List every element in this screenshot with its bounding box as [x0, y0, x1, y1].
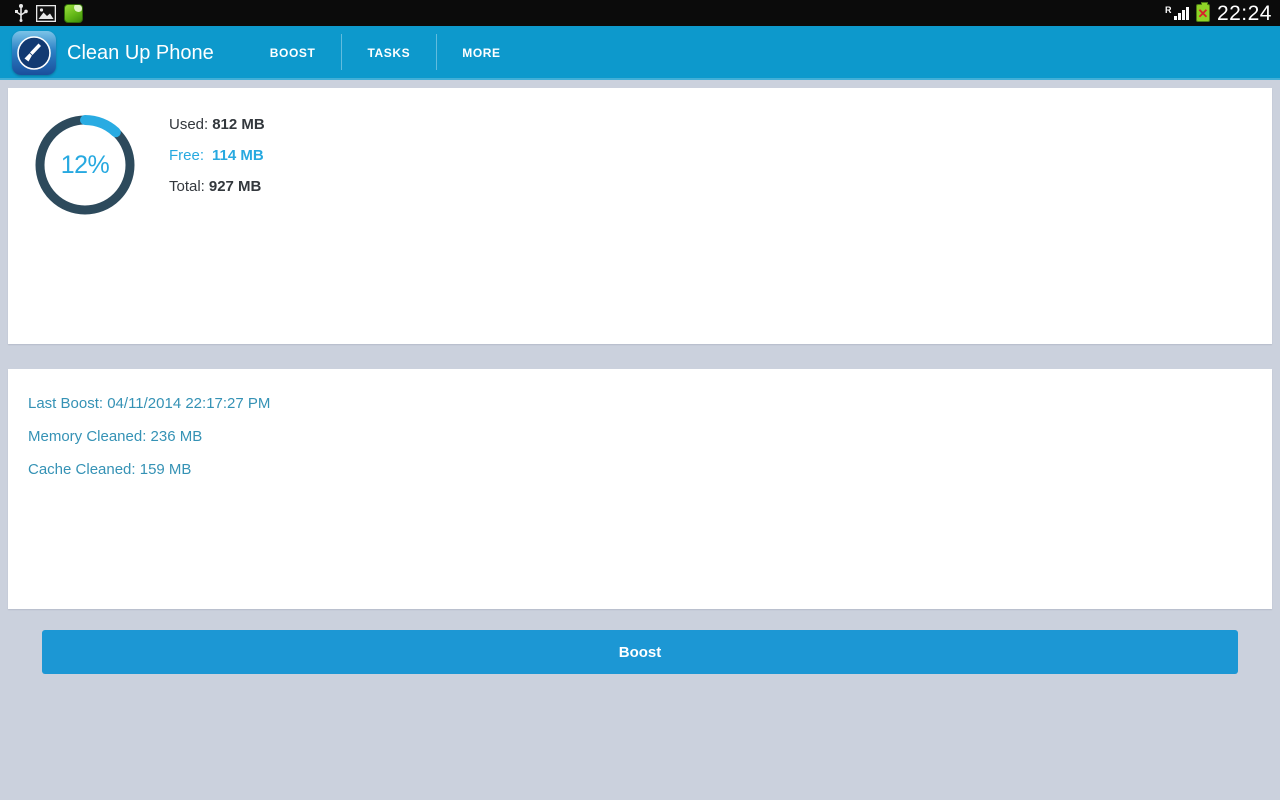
signal-bar-4 — [1185, 6, 1189, 20]
memory-cleaned-line: Memory Cleaned: 236 MB — [28, 428, 203, 445]
last-boost-line: Last Boost: 04/11/2014 22:17:27 PM — [28, 395, 271, 412]
gallery-image-icon — [36, 4, 56, 22]
usb-icon — [15, 4, 28, 22]
boost-button[interactable]: Boost — [42, 630, 1238, 674]
boost-button-container: Boost — [0, 609, 1280, 674]
stat-row-used: Used: 812 MB — [169, 116, 265, 133]
stat-row-free: Free: 114 MB — [169, 147, 265, 164]
status-bar-left-icons — [14, 3, 83, 23]
stat-value-free: 114 MB — [212, 147, 264, 164]
battery-error-icon: ✕ — [1195, 2, 1210, 22]
status-bar-clock: 22:24 — [1216, 1, 1272, 25]
memory-progress-ring: 12% — [30, 110, 140, 220]
broom-app-icon — [12, 31, 56, 75]
android-status-bar: R ✕ 22:24 — [0, 0, 1280, 26]
stat-row-total: Total: 927 MB — [169, 178, 265, 195]
memory-stats-list: Used: 812 MB Free: 114 MB Total: 927 MB — [169, 110, 265, 195]
stat-label-free: Free: — [169, 147, 205, 164]
status-bar-right-icons: R ✕ 22:24 — [1164, 1, 1272, 25]
stat-label-used: Used: — [169, 116, 209, 133]
signal-bar-1 — [1173, 15, 1177, 20]
tab-tasks[interactable]: TASKS — [341, 26, 436, 80]
memory-percent-label: 12% — [60, 150, 110, 179]
app-title: Clean Up Phone — [67, 41, 214, 64]
stat-label-total: Total: — [169, 178, 205, 195]
app-action-bar: Clean Up Phone BOOST TASKS MORE — [0, 26, 1280, 80]
stat-value-used: 812 MB — [212, 116, 265, 133]
signal-bars-icon: R — [1164, 4, 1189, 20]
action-bar-tabs: BOOST TASKS MORE — [244, 26, 527, 80]
signal-bar-2 — [1177, 12, 1181, 20]
roaming-indicator: R — [1164, 4, 1172, 15]
cache-cleaned-line: Cache Cleaned: 159 MB — [28, 461, 192, 478]
tab-boost[interactable]: BOOST — [244, 26, 342, 80]
battery-x-mark: ✕ — [1197, 5, 1209, 21]
last-boost-info-card: Last Boost: 04/11/2014 22:17:27 PM Memor… — [8, 369, 1272, 609]
signal-bar-3 — [1181, 9, 1185, 20]
memory-usage-card: 12% Used: 812 MB Free: 114 MB Total: 927 MB — [8, 88, 1272, 344]
stat-value-total: 927 MB — [208, 178, 262, 195]
green-app-icon — [64, 3, 83, 23]
tab-more[interactable]: MORE — [436, 26, 526, 80]
